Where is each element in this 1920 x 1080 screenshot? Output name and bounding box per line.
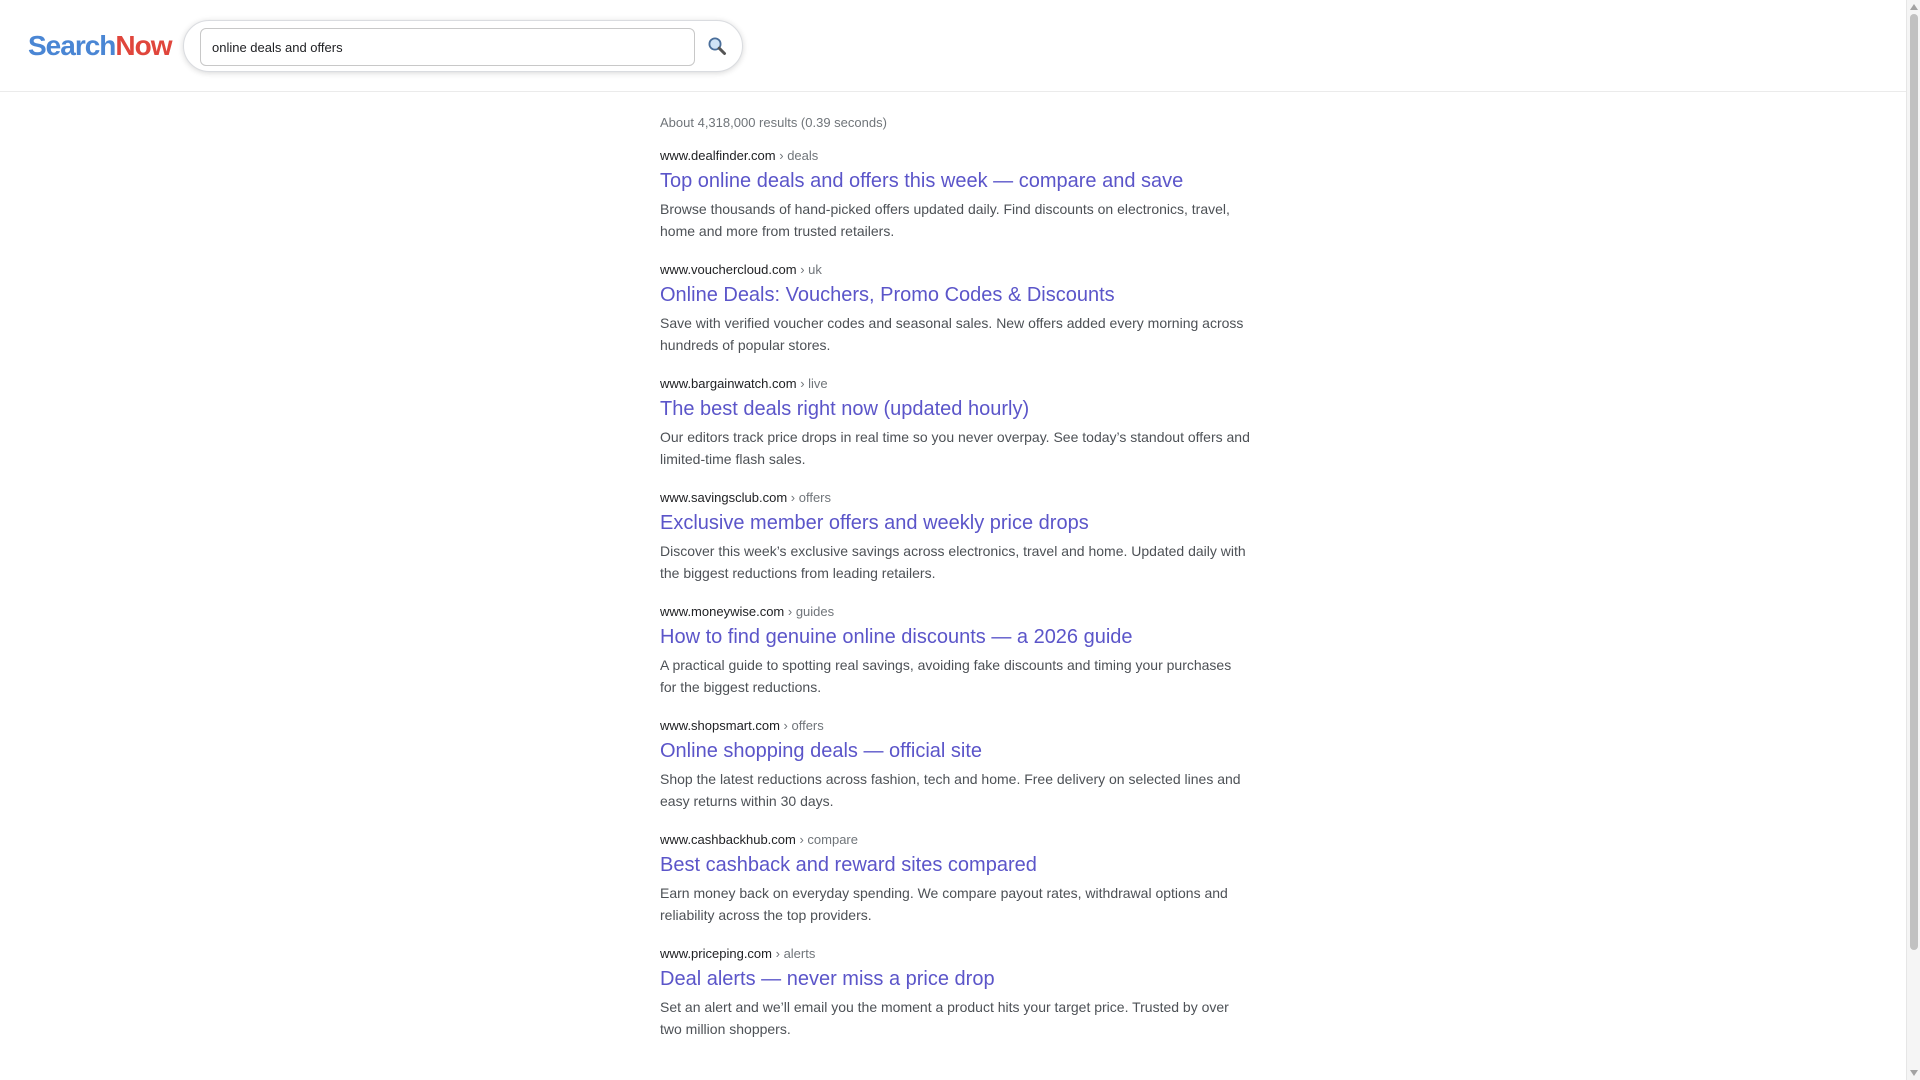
result-snippet: Shop the latest reductions across fashio…	[660, 771, 1241, 809]
result-snippet: Browse thousands of hand-picked offers u…	[660, 201, 1230, 239]
result-domain: www.shopsmart.com	[660, 718, 780, 733]
result-snippet: Our editors track price drops in real ti…	[660, 429, 1250, 467]
vertical-scrollbar[interactable]	[1906, 0, 1920, 1080]
result-stats: About 4,318,000 results (0.39 seconds)	[660, 115, 887, 130]
result-title-link[interactable]: The best deals right now (updated hourly…	[660, 395, 1260, 423]
result-breadcrumb: › offers	[783, 718, 824, 733]
result-breadcrumb: › compare	[799, 832, 858, 847]
result-url[interactable]: www.cashbackhub.com › compare	[660, 830, 1260, 850]
results-list: About 4,318,000 results (0.39 seconds) w…	[660, 110, 1260, 1058]
result-snippet: A practical guide to spotting real savin…	[660, 657, 1232, 695]
search-result: www.bargainwatch.com › live The best deal…	[660, 374, 1260, 470]
search-result: www.priceping.com › alerts Deal alerts — …	[660, 944, 1260, 1040]
result-snippet: Set an alert and we’ll email you the mom…	[660, 999, 1229, 1037]
result-domain: www.vouchercloud.com	[660, 262, 797, 277]
scroll-down-arrow-icon[interactable]	[1907, 1066, 1920, 1080]
search-result: www.moneywise.com › guides How to find ge…	[660, 602, 1260, 698]
result-url[interactable]: www.priceping.com › alerts	[660, 944, 1260, 964]
magnifier-icon	[707, 36, 727, 59]
result-url[interactable]: www.shopsmart.com › offers	[660, 716, 1260, 736]
search-results-page: SearchNow About 4,318,000 results (0.39 …	[0, 0, 1920, 1080]
result-url[interactable]: www.dealfinder.com › deals	[660, 146, 1260, 166]
result-snippet: Earn money back on everyday spending. We…	[660, 885, 1228, 923]
result-url[interactable]: www.bargainwatch.com › live	[660, 374, 1260, 394]
logo[interactable]: SearchNow	[28, 28, 173, 64]
result-title-link[interactable]: Deal alerts — never miss a price drop	[660, 965, 1260, 993]
result-snippet: Save with verified voucher codes and sea…	[660, 315, 1244, 353]
scroll-thumb[interactable]	[1910, 14, 1918, 950]
search-result: www.savingsclub.com › offers Exclusive me…	[660, 488, 1260, 584]
result-url[interactable]: www.savingsclub.com › offers	[660, 488, 1260, 508]
result-url[interactable]: www.vouchercloud.com › uk	[660, 260, 1260, 280]
result-title-link[interactable]: Top online deals and offers this week — …	[660, 167, 1260, 195]
search-input[interactable]	[200, 28, 695, 66]
result-domain: www.moneywise.com	[660, 604, 785, 619]
logo-part-now: Now	[115, 30, 172, 61]
search-button[interactable]	[701, 31, 733, 63]
result-breadcrumb: › uk	[800, 262, 822, 277]
search-result: www.vouchercloud.com › uk Online Deals: V…	[660, 260, 1260, 356]
search-result: www.dealfinder.com › deals Top online dea…	[660, 146, 1260, 242]
result-title-link[interactable]: Online shopping deals — official site	[660, 737, 1260, 765]
result-breadcrumb: › guides	[787, 604, 835, 619]
scroll-up-arrow-icon[interactable]	[1907, 0, 1920, 14]
search-box	[183, 20, 743, 72]
result-breadcrumb: › offers	[790, 490, 831, 505]
result-domain: www.priceping.com	[660, 946, 772, 961]
result-breadcrumb: › live	[800, 376, 828, 391]
result-breadcrumb: › alerts	[775, 946, 816, 961]
logo-part-search: Search	[28, 30, 116, 61]
search-result: www.shopsmart.com › offers Online shoppin…	[660, 716, 1260, 812]
result-url[interactable]: www.moneywise.com › guides	[660, 602, 1260, 622]
result-domain: www.cashbackhub.com	[660, 832, 796, 847]
result-domain: www.bargainwatch.com	[660, 376, 797, 391]
result-title-link[interactable]: Exclusive member offers and weekly price…	[660, 509, 1260, 537]
result-breadcrumb: › deals	[779, 148, 819, 163]
result-title-link[interactable]: Online Deals: Vouchers, Promo Codes & Di…	[660, 281, 1260, 309]
result-domain: www.dealfinder.com	[660, 148, 776, 163]
result-title-link[interactable]: How to find genuine online discounts — a…	[660, 623, 1260, 651]
header-bar: SearchNow	[0, 0, 1906, 92]
result-snippet: Discover this week’s exclusive savings a…	[660, 543, 1246, 581]
results-container: www.dealfinder.com › deals Top online dea…	[660, 146, 1260, 1040]
result-title-link[interactable]: Best cashback and reward sites compared	[660, 851, 1260, 879]
result-domain: www.savingsclub.com	[660, 490, 788, 505]
search-result: www.cashbackhub.com › compare Best cashba…	[660, 830, 1260, 926]
